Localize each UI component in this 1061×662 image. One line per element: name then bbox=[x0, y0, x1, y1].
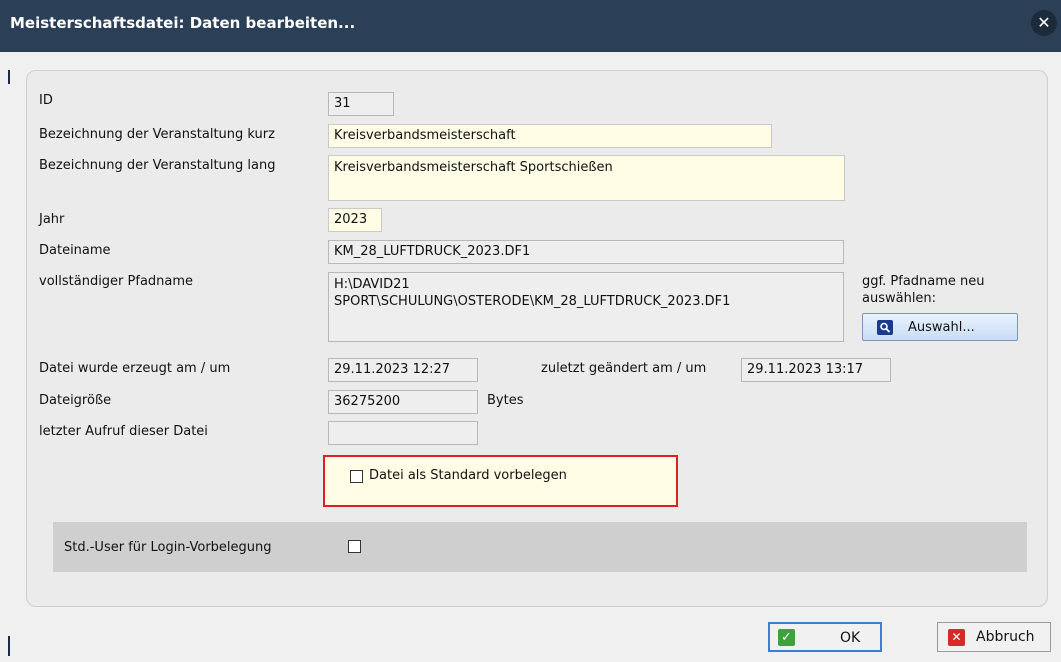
window-edge-marker bbox=[8, 636, 10, 656]
aufruf-label: letzter Aufruf dieser Datei bbox=[39, 424, 208, 439]
groesse-label: Dateigröße bbox=[39, 393, 112, 408]
auswahl-label: Auswahl... bbox=[908, 320, 975, 335]
geaendert-label: zuletzt geändert am / um bbox=[541, 361, 707, 376]
aufruf-field bbox=[328, 421, 478, 445]
auswahl-button[interactable]: Auswahl... bbox=[862, 313, 1018, 341]
std-user-checkbox[interactable] bbox=[348, 540, 361, 553]
close-icon[interactable]: ✕ bbox=[1031, 10, 1057, 36]
close-icon: ✕ bbox=[948, 629, 965, 646]
std-user-label: Std.-User für Login-Vorbelegung bbox=[64, 540, 272, 555]
id-label: ID bbox=[39, 93, 53, 108]
erzeugt-field: 29.11.2023 12:27 bbox=[328, 358, 478, 382]
cancel-button[interactable]: ✕ Abbruch bbox=[937, 622, 1051, 652]
jahr-label: Jahr bbox=[39, 212, 65, 227]
dateiname-label: Dateiname bbox=[39, 243, 111, 258]
title-bar: Meisterschaftsdatei: Daten bearbeiten... bbox=[0, 0, 1061, 52]
kurz-label: Bezeichnung der Veranstaltung kurz bbox=[39, 127, 275, 142]
kurz-input[interactable]: Kreisverbandsmeisterschaft bbox=[328, 124, 772, 148]
pfad-line: SPORT\SCHULUNG\OSTERODE\KM_28_LUFTDRUCK_… bbox=[334, 294, 731, 309]
ok-button[interactable]: ✓ OK bbox=[768, 622, 882, 652]
window-title: Meisterschaftsdatei: Daten bearbeiten... bbox=[10, 14, 356, 32]
geaendert-field: 29.11.2023 13:17 bbox=[741, 358, 891, 382]
pfad-hint: auswählen: bbox=[862, 291, 937, 306]
lang-label: Bezeichnung der Veranstaltung lang bbox=[39, 158, 276, 173]
id-field: 31 bbox=[328, 92, 394, 116]
window-edge-marker bbox=[8, 70, 10, 84]
pfad-hint: ggf. Pfadname neu bbox=[862, 274, 985, 289]
erzeugt-label: Datei wurde erzeugt am / um bbox=[39, 361, 231, 376]
standard-checkbox-label[interactable]: Datei als Standard vorbelegen bbox=[369, 468, 567, 483]
lang-input[interactable]: Kreisverbandsmeisterschaft Sportschießen bbox=[328, 155, 845, 201]
cancel-label: Abbruch bbox=[976, 629, 1035, 645]
dateiname-field: KM_28_LUFTDRUCK_2023.DF1 bbox=[328, 240, 844, 264]
ok-label: OK bbox=[840, 630, 861, 646]
pfad-field: H:\DAVID21 SPORT\SCHULUNG\OSTERODE\KM_28… bbox=[328, 272, 844, 342]
standard-checkbox[interactable] bbox=[350, 470, 363, 483]
search-icon bbox=[877, 320, 893, 335]
jahr-input[interactable]: 2023 bbox=[328, 208, 382, 232]
pfad-line: H:\DAVID21 bbox=[334, 277, 410, 292]
groesse-unit: Bytes bbox=[487, 393, 524, 408]
groesse-field: 36275200 bbox=[328, 390, 478, 414]
pfad-label: vollständiger Pfadname bbox=[39, 274, 194, 289]
checkmark-icon: ✓ bbox=[778, 629, 795, 646]
